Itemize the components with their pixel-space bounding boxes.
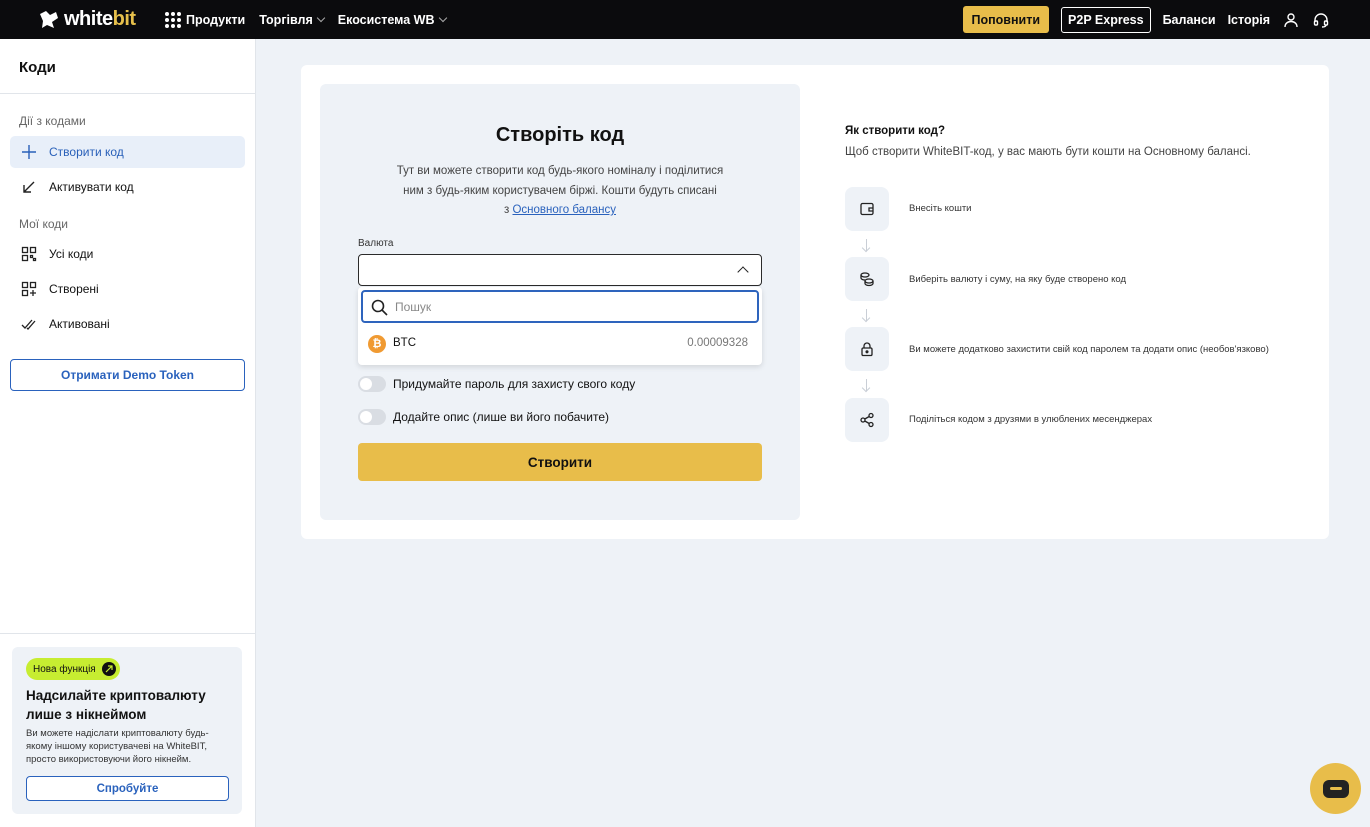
grid-plus-icon	[21, 281, 37, 297]
step-3-text: Ви можете додатково захистити свій код п…	[909, 344, 1269, 355]
main-balance-link[interactable]: Основного балансу	[512, 204, 616, 216]
sidebar-title: Коди	[19, 59, 56, 76]
currency-select[interactable]	[358, 254, 762, 286]
nav-ecosystem[interactable]: Екосистема WB	[338, 13, 447, 27]
description-toggle[interactable]	[358, 409, 386, 425]
coin-balance: 0.00009328	[687, 337, 748, 349]
support-chat-button[interactable]	[1310, 763, 1361, 814]
sidebar-item-activate-code[interactable]: Активувати код	[10, 171, 245, 203]
support-headset-icon[interactable]	[1312, 11, 1330, 29]
password-toggle-row: Придумайте пароль для захисту свого коду	[358, 376, 635, 392]
plus-icon	[22, 145, 36, 159]
lock-icon	[845, 327, 889, 371]
step-4-text: Поділіться кодом з друзями в улюблених м…	[909, 414, 1153, 425]
double-check-icon	[21, 319, 36, 330]
coins-icon	[845, 257, 889, 301]
step-arrow	[866, 239, 867, 251]
apps-grid-icon	[165, 11, 181, 28]
sidebar-item-activated[interactable]: Активовані	[10, 308, 245, 340]
qr-icon	[21, 246, 37, 262]
currency-search-field	[361, 290, 759, 323]
step-2-text: Виберіть валюту і суму, на яку буде ство…	[909, 274, 1127, 285]
promo-card: Нова функція Надсилайте криптовалюту лиш…	[12, 647, 242, 814]
how-to-description: Щоб створити WhiteBIT-код, у вас мають б…	[845, 146, 1251, 158]
rocket-icon	[101, 662, 116, 676]
create-button[interactable]: Створити	[358, 443, 762, 481]
currency-dropdown: ₿ BTC 0.00009328	[358, 287, 762, 365]
bitcoin-icon: ₿	[368, 335, 386, 353]
search-icon	[371, 299, 388, 316]
sidebar-item-created[interactable]: Створені	[10, 273, 245, 305]
sidebar-item-create-code[interactable]: Створити код	[10, 136, 245, 168]
whitebit-logo[interactable]: whitebit	[38, 8, 136, 31]
chevron-up-icon	[737, 266, 749, 278]
chevron-down-icon	[316, 13, 326, 23]
deposit-button[interactable]: Поповнити	[962, 6, 1050, 33]
main-nav: Продукти Торгівля Екосистема WB	[165, 0, 447, 39]
logo-mark-icon	[40, 10, 58, 28]
nav-trading[interactable]: Торгівля	[259, 13, 326, 27]
arrow-down-left-icon	[23, 181, 35, 193]
description-toggle-row: Додайте опис (лише ви його побачите)	[358, 409, 609, 425]
p2p-express-button[interactable]: P2P Express	[1061, 6, 1151, 33]
get-demo-token-button[interactable]: Отримати Demo Token	[10, 359, 245, 391]
currency-option-btc[interactable]: ₿ BTC 0.00009328	[358, 329, 762, 359]
step-arrow	[866, 379, 867, 391]
sidebar-group-my-codes: Мої коди	[19, 217, 68, 231]
header-actions: Поповнити P2P Express Баланси Історія	[962, 0, 1331, 39]
promo-text: Ви можете надіслати криптовалюту будь-як…	[26, 728, 209, 765]
top-navigation-bar: whitebit Продукти Торгівля Екосистема WB…	[0, 0, 1370, 39]
chat-icon	[1322, 779, 1349, 798]
balances-link[interactable]: Баланси	[1163, 13, 1216, 27]
user-profile-icon[interactable]	[1282, 11, 1300, 29]
promo-title: Надсилайте криптовалюту лише з нікнеймом	[26, 688, 206, 722]
form-description: Тут ви можете створити код будь-якого но…	[396, 165, 724, 216]
try-button[interactable]: Спробуйте	[26, 776, 229, 801]
new-feature-badge: Нова функція	[26, 658, 120, 680]
how-to-title: Як створити код?	[845, 125, 945, 137]
step-arrow	[866, 309, 867, 321]
nav-products[interactable]: Продукти	[165, 11, 245, 28]
history-link[interactable]: Історія	[1228, 13, 1270, 27]
form-title: Створіть код	[495, 124, 625, 146]
create-code-card: Створіть код Тут ви можете створити код …	[301, 65, 1329, 539]
share-icon	[845, 398, 889, 442]
create-code-form: Створіть код Тут ви можете створити код …	[320, 84, 800, 520]
divider	[0, 93, 256, 94]
coin-name: BTC	[393, 337, 416, 349]
sidebar: Коди Дії з кодами Створити код Активуват…	[0, 39, 256, 827]
password-toggle[interactable]	[358, 376, 386, 392]
logo-text: whitebit	[64, 8, 136, 30]
wallet-icon	[845, 187, 889, 231]
currency-label: Валюта	[358, 238, 394, 249]
sidebar-item-all-codes[interactable]: Усі коди	[10, 238, 245, 270]
step-1-text: Внесіть кошти	[909, 203, 972, 214]
currency-search-input[interactable]	[395, 297, 745, 317]
divider	[0, 633, 256, 634]
sidebar-group-actions: Дії з кодами	[19, 114, 86, 128]
chevron-down-icon	[438, 13, 447, 23]
